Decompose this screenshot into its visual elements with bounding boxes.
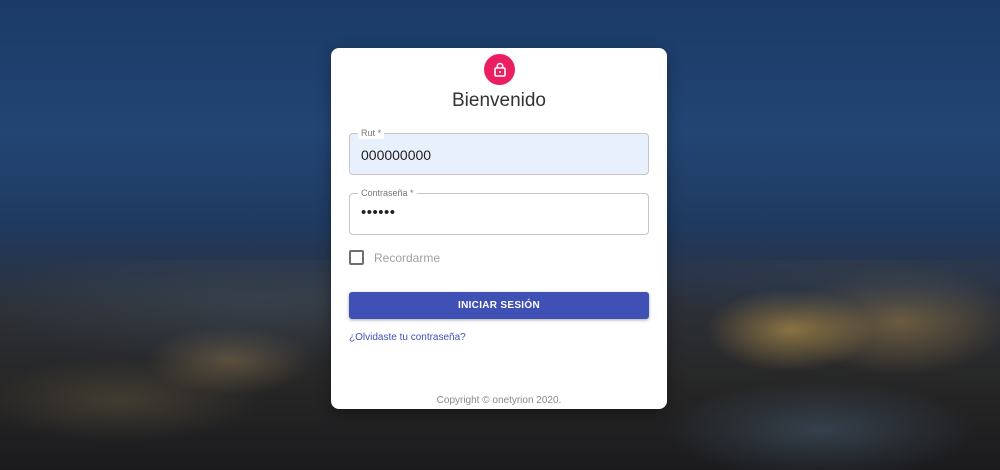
- remember-me[interactable]: Recordarme: [349, 250, 440, 265]
- copyright-text: Copyright © onetyrion 2020.: [436, 395, 562, 406]
- forgot-password-link[interactable]: ¿Olvidaste tu contraseña?: [349, 332, 466, 343]
- rut-field[interactable]: Rut *: [349, 127, 649, 175]
- remember-label[interactable]: Recordarme: [374, 251, 440, 265]
- password-field[interactable]: Contraseña * ••••••: [349, 187, 649, 235]
- rut-label: Rut *: [358, 127, 385, 139]
- password-label: Contraseña *: [358, 187, 417, 199]
- lock-avatar: [484, 54, 515, 85]
- remember-checkbox[interactable]: [349, 250, 364, 265]
- login-button[interactable]: INICIAR SESIÓN: [349, 292, 649, 319]
- login-card: Bienvenido Rut * Contraseña * •••••• Rec…: [331, 48, 667, 409]
- password-input[interactable]: ••••••: [361, 204, 631, 221]
- rut-input[interactable]: [361, 147, 631, 163]
- lock-icon: [493, 62, 506, 77]
- page-title: Bienvenido: [451, 90, 547, 111]
